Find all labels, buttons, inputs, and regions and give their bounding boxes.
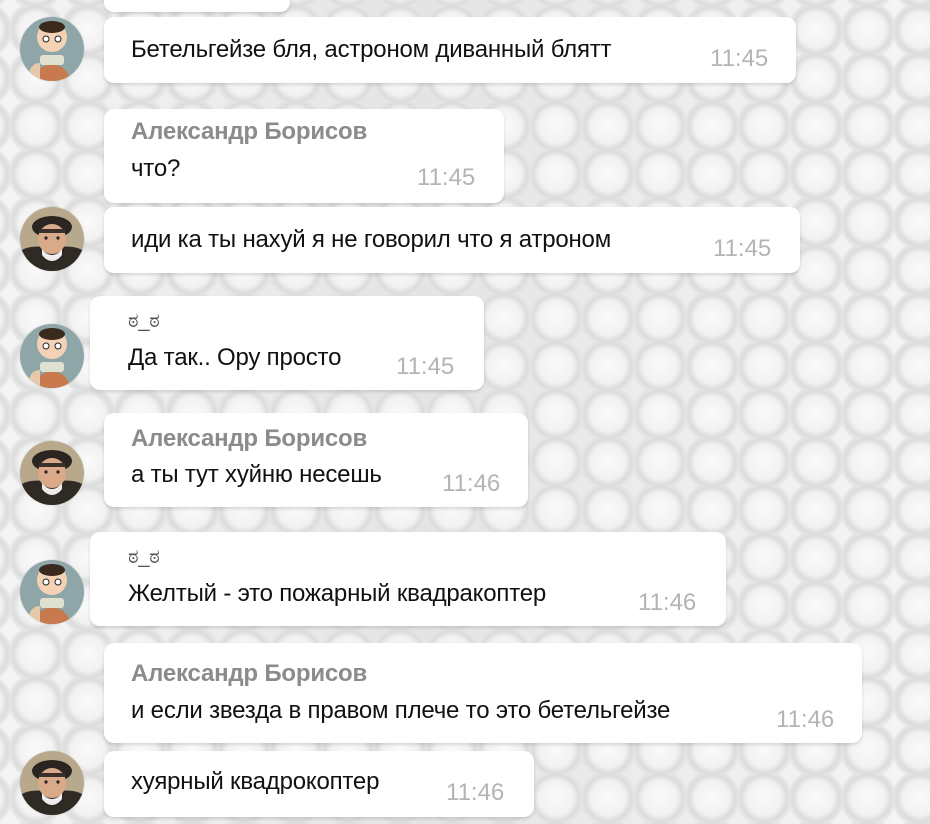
message-text: Бетельгейзе бля, астроном диванный блятт [131,36,612,63]
cartoon-avatar[interactable] [20,17,84,81]
message-author[interactable]: Александр Борисов [131,425,367,453]
photo-avatar[interactable] [20,441,84,505]
cartoon-avatar[interactable] [20,560,84,624]
photo-avatar[interactable] [20,207,84,271]
message-bubble[interactable]: ಠ_ಠ Да так.. Ору просто 11:45 [90,296,484,390]
message-time: 11:45 [396,353,455,380]
cartoon-avatar[interactable] [20,324,84,388]
message-author[interactable]: ಠ_ಠ [128,546,160,569]
message-time: 11:46 [638,589,697,616]
message-time: 11:45 [713,235,772,262]
message-bubble[interactable]: ಠ_ಠ Желтый - это пожарный квадракоптер 1… [90,532,726,626]
message-bubble[interactable]: Александр Борисов а ты тут хуйню несешь … [104,413,528,507]
message-text: и если звезда в правом плече то это бете… [131,697,671,724]
message-time: 11:45 [710,45,769,72]
message-bubble[interactable]: иди ка ты нахуй я не говорил что я атрон… [104,207,800,273]
message-time: 11:46 [776,706,835,733]
message-time: 11:46 [446,779,505,806]
message-time: 11:46 [442,470,501,497]
message-bubble[interactable]: Александр Борисов что? 11:45 [104,109,504,203]
message-text: Да так.. Ору просто [128,344,342,371]
message-time: 11:45 [417,164,476,191]
photo-avatar[interactable] [20,751,84,815]
message-author[interactable]: Александр Борисов [131,118,367,146]
message-text: хуярный квадрокоптер [131,768,380,795]
chat-message-list: Бетельгейзе бля, астроном диванный блятт… [0,0,930,824]
message-bubble[interactable]: хуярный квадрокоптер 11:46 [104,751,534,817]
message-author[interactable]: Александр Борисов [131,660,367,688]
message-author[interactable]: ಠ_ಠ [128,310,160,333]
message-text: иди ка ты нахуй я не говорил что я атрон… [131,226,611,253]
message-text: Желтый - это пожарный квадракоптер [128,580,547,607]
message-bubble[interactable]: Бетельгейзе бля, астроном диванный блятт… [104,17,796,83]
message-bubble-partial[interactable] [104,0,290,12]
message-bubble[interactable]: Александр Борисов и если звезда в правом… [104,643,862,743]
message-text: а ты тут хуйню несешь [131,461,382,488]
message-text: что? [131,155,181,182]
